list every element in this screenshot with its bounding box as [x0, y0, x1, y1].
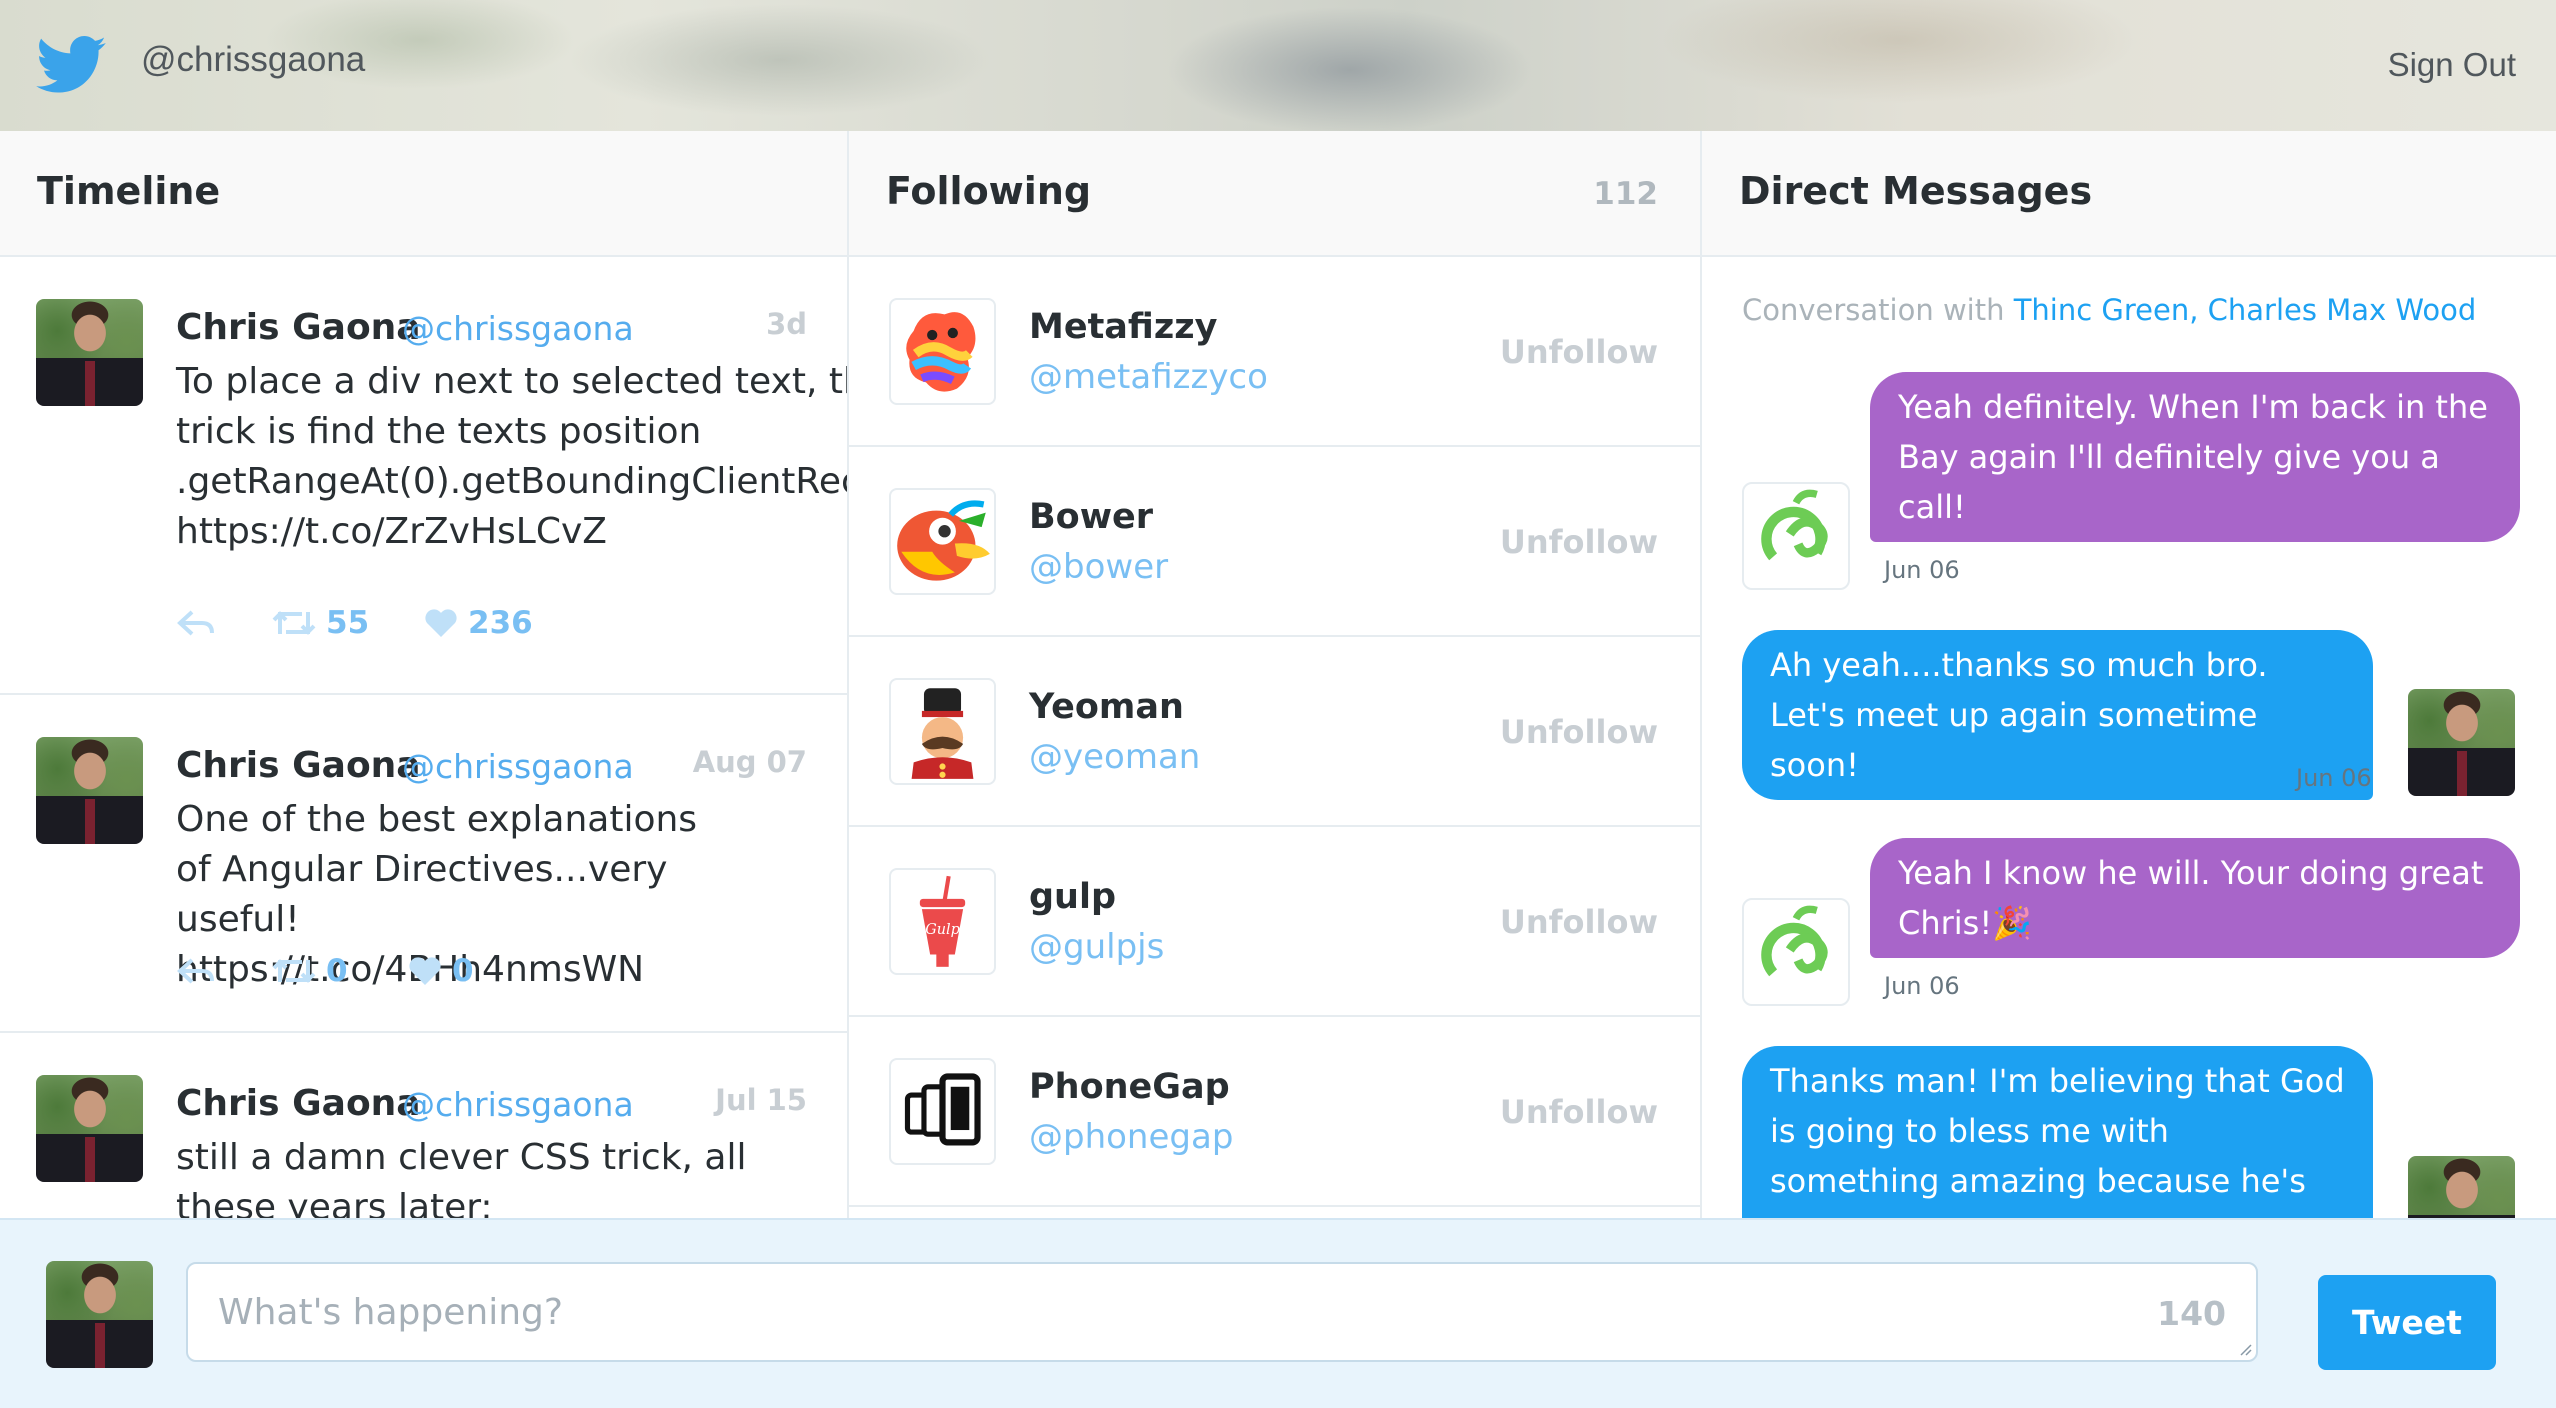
like-button[interactable]: 236	[424, 603, 533, 643]
tweet-author-name[interactable]: Chris Gaona	[176, 1083, 421, 1124]
reply-icon	[177, 610, 214, 636]
timeline-title: Timeline	[37, 169, 221, 213]
thinc-green-avatar[interactable]	[1742, 482, 1850, 590]
dm-message-received: Yeah definitely. When I'm back in the Ba…	[1870, 372, 2520, 542]
heart-icon	[425, 609, 457, 637]
retweet-icon	[272, 959, 316, 983]
following-handle[interactable]: @phonegap	[1029, 1117, 1233, 1157]
tweet-composer: 140 Tweet	[0, 1218, 2556, 1408]
following-handle[interactable]: @yeoman	[1029, 737, 1200, 777]
unfollow-button[interactable]: Unfollow	[1500, 903, 1658, 941]
following-item: Gulp gulp @gulpjs Unfollow	[849, 827, 1700, 1017]
retweet-button[interactable]: 0	[272, 951, 348, 991]
user-handle: @chrissgaona	[141, 40, 366, 79]
conversation-participants[interactable]: Thinc Green, Charles Max Wood	[2014, 293, 2477, 327]
bower-logo-icon[interactable]	[889, 488, 996, 595]
tweet-text: To place a div next to selected text, th…	[176, 361, 849, 552]
like-count: 236	[468, 605, 533, 641]
following-item: Bower @bower Unfollow	[849, 447, 1700, 637]
tweet: Chris Gaona @chrissgaona 3d To place a d…	[0, 257, 847, 695]
tweet-date: 3d	[766, 307, 807, 341]
sign-out-link[interactable]: Sign Out	[2388, 46, 2516, 84]
header-banner: @chrissgaona Sign Out	[0, 0, 2556, 131]
tweet-author-handle[interactable]: @chrissgaona	[402, 1085, 634, 1124]
avatar[interactable]	[36, 299, 143, 406]
twitter-bird-icon[interactable]	[36, 36, 106, 94]
tweet-actions: 0 0	[176, 951, 596, 991]
tweet-author-name[interactable]: Chris Gaona	[176, 745, 421, 786]
unfollow-button[interactable]: Unfollow	[1500, 523, 1658, 561]
following-count: 112	[1593, 176, 1658, 212]
following-item: PhoneGap @phonegap Unfollow	[849, 1017, 1700, 1207]
tweet: Chris Gaona @chrissgaona Aug 07 One of t…	[0, 695, 847, 1033]
dm-message-sent: Thanks man! I'm believing that God is go…	[1742, 1046, 2373, 1218]
metafizzy-logo-icon[interactable]	[889, 298, 996, 405]
tweet-text: still a damn clever CSS trick, all these…	[176, 1137, 747, 1218]
tweet-input[interactable]	[188, 1264, 2256, 1360]
tweet: Chris Gaona @chrissgaona Jul 15 still a …	[0, 1033, 847, 1218]
dm-header: Direct Messages	[1702, 131, 2556, 257]
tweet-actions: 55 236	[176, 603, 596, 643]
like-count: 0	[452, 953, 474, 989]
dm-timestamp: Jun 06	[1884, 556, 1960, 584]
avatar[interactable]	[36, 1075, 143, 1182]
tweet-date: Jul 15	[715, 1083, 807, 1117]
following-header: Following 112	[849, 131, 1700, 257]
resize-handle-icon[interactable]	[2238, 1342, 2252, 1356]
dm-message-sent: Ah yeah....thanks so much bro. Let's mee…	[1742, 630, 2373, 800]
tweet-author-handle[interactable]: @chrissgaona	[402, 309, 634, 348]
retweet-icon	[272, 611, 316, 635]
svg-text:Gulp: Gulp	[925, 922, 960, 938]
timeline-header: Timeline	[0, 131, 847, 257]
avatar[interactable]	[2408, 1156, 2515, 1218]
tweet-author-handle[interactable]: @chrissgaona	[402, 747, 634, 786]
conversation-prefix: Conversation with	[1742, 293, 2005, 327]
tweet-date: Aug 07	[692, 745, 807, 779]
timeline-column: Timeline Chris Gaona @chrissgaona 3d To …	[0, 131, 849, 1218]
like-button[interactable]: 0	[408, 951, 474, 991]
unfollow-button[interactable]: Unfollow	[1500, 333, 1658, 371]
direct-messages-column: Direct Messages Conversation with Thinc …	[1702, 131, 2556, 1218]
dm-message-received: Yeah I know he will. Your doing great Ch…	[1870, 838, 2520, 958]
tweet-button[interactable]: Tweet	[2318, 1275, 2496, 1370]
tweet-author-name[interactable]: Chris Gaona	[176, 307, 421, 348]
reply-button[interactable]	[176, 951, 216, 991]
conversation-with: Conversation with Thinc Green, Charles M…	[1742, 293, 2476, 327]
retweet-count: 55	[326, 605, 370, 641]
heart-icon	[409, 957, 441, 985]
following-handle[interactable]: @bower	[1029, 547, 1168, 587]
following-name[interactable]: Yeoman	[1029, 687, 1184, 727]
dm-timestamp: Jun 06	[1884, 972, 1960, 1000]
avatar[interactable]	[2408, 689, 2515, 796]
unfollow-button[interactable]: Unfollow	[1500, 1093, 1658, 1131]
retweet-button[interactable]: 55	[272, 603, 369, 643]
avatar[interactable]	[36, 737, 143, 844]
following-name[interactable]: gulp	[1029, 877, 1116, 917]
dm-title: Direct Messages	[1739, 169, 2093, 213]
following-handle[interactable]: @gulpjs	[1029, 927, 1164, 967]
yeoman-logo-icon[interactable]	[889, 678, 996, 785]
compose-box: 140	[186, 1262, 2258, 1362]
dm-timestamp: Jun 06	[2296, 764, 2372, 792]
reply-button[interactable]	[176, 603, 216, 643]
unfollow-button[interactable]: Unfollow	[1500, 713, 1658, 751]
following-item: Metafizzy @metafizzyco Unfollow	[849, 257, 1700, 447]
following-item: Yeoman @yeoman Unfollow	[849, 637, 1700, 827]
following-handle[interactable]: @metafizzyco	[1029, 357, 1268, 397]
phonegap-logo-icon[interactable]	[889, 1058, 996, 1165]
following-name[interactable]: Metafizzy	[1029, 307, 1217, 347]
following-name[interactable]: Bower	[1029, 497, 1153, 537]
retweet-count: 0	[326, 953, 348, 989]
following-column: Following 112 Metafizzy @metafizzyco Unf…	[849, 131, 1702, 1218]
gulp-logo-icon[interactable]: Gulp	[889, 868, 996, 975]
thinc-green-avatar[interactable]	[1742, 898, 1850, 1006]
following-title: Following	[886, 169, 1092, 213]
reply-icon	[177, 958, 214, 984]
following-name[interactable]: PhoneGap	[1029, 1067, 1230, 1107]
avatar[interactable]	[46, 1261, 153, 1368]
char-count: 140	[2157, 1294, 2226, 1333]
